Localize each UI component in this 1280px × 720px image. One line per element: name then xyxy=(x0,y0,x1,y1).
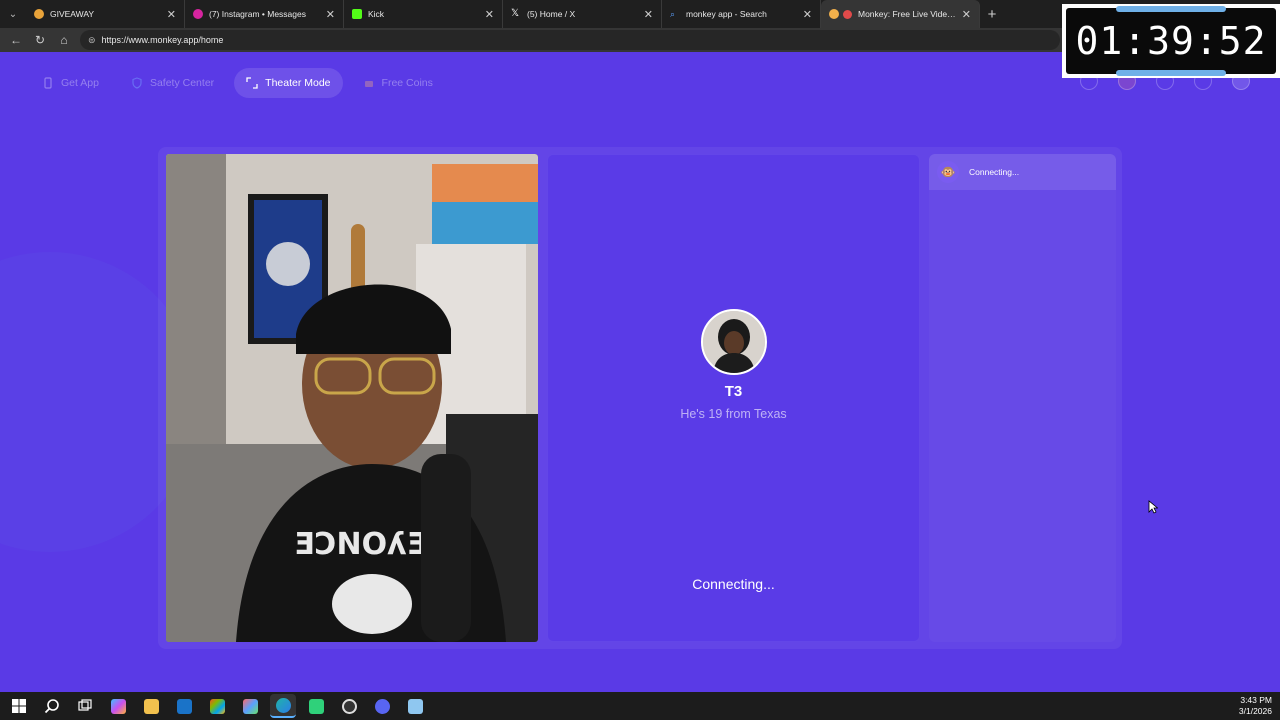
coins-icon xyxy=(364,81,373,87)
tab-favicon-icon xyxy=(352,9,362,19)
tab-close-icon[interactable]: ✕ xyxy=(803,8,812,21)
nav-label: Safety Center xyxy=(149,77,215,89)
outlook-icon[interactable] xyxy=(171,694,197,718)
nav-label: Get App xyxy=(61,77,99,89)
top-navigation: Get App Safety Center Theater Mode Free … xyxy=(30,68,445,98)
task-view-icon[interactable] xyxy=(72,694,98,718)
discord-icon[interactable] xyxy=(369,694,395,718)
browser-tab[interactable]: ⌕ monkey app - Search ✕ xyxy=(662,0,821,28)
timer-display: 01:39:52 xyxy=(1066,6,1276,76)
nav-get-app[interactable]: Get App xyxy=(30,68,111,98)
url-input[interactable]: ⊜ https://www.monkey.app/home xyxy=(80,30,1060,50)
obs-recorder-icon[interactable] xyxy=(336,694,362,718)
remote-avatar-image xyxy=(703,311,765,373)
shield-icon xyxy=(132,77,142,89)
mouse-cursor-icon xyxy=(1148,500,1158,514)
browser-tab-active[interactable]: Monkey: Free Live Video Chat ✕ xyxy=(821,0,980,28)
back-arrow-icon[interactable]: ← xyxy=(4,28,28,52)
microsoft-store-icon[interactable] xyxy=(204,694,230,718)
notepad-icon[interactable] xyxy=(402,694,428,718)
browser-tab[interactable]: (7) Instagram • Messages ✕ xyxy=(185,0,344,28)
nav-label: Theater Mode xyxy=(265,77,331,89)
recording-icon xyxy=(843,9,852,19)
nav-label: Free Coins xyxy=(381,77,433,89)
search-icon[interactable] xyxy=(39,694,65,718)
tab-title: monkey app - Search xyxy=(686,9,767,19)
edge-browser-icon[interactable] xyxy=(270,694,296,718)
remote-user-description: He's 19 from Texas xyxy=(680,407,787,421)
chat-container: ƎƆNOʎƎB T3 He's 19 from Texas Connecting… xyxy=(158,147,1122,649)
browser-tab[interactable]: GIVEAWAY ✕ xyxy=(26,0,185,28)
tab-title: (7) Instagram • Messages xyxy=(209,9,306,19)
system-clock[interactable]: 3:43 PM 3/1/2026 xyxy=(1239,695,1272,717)
file-explorer-icon[interactable] xyxy=(138,694,164,718)
nav-safety-center[interactable]: Safety Center xyxy=(119,68,226,98)
stream-timer-overlay: 01:39:52 xyxy=(1062,4,1280,78)
taskbar: 3:43 PM 3/1/2026 xyxy=(0,692,1280,720)
local-video: ƎƆNOʎƎB xyxy=(166,154,538,642)
tab-list-chevron-icon[interactable]: ⌄ xyxy=(0,0,26,28)
clock-date: 3/1/2026 xyxy=(1238,706,1272,716)
windows-start-icon[interactable] xyxy=(6,694,32,718)
connection-status: Connecting... xyxy=(692,576,775,592)
browser-tab[interactable]: 𝕏 (5) Home / X ✕ xyxy=(503,0,662,28)
new-tab-plus-icon[interactable]: + xyxy=(980,0,1004,28)
tab-favicon-icon: ⌕ xyxy=(670,9,676,19)
tab-favicon-icon: 𝕏 xyxy=(511,8,520,19)
monkey-avatar-icon: 🐵 xyxy=(937,161,959,183)
tab-close-icon[interactable]: ✕ xyxy=(962,8,971,21)
spotify-app-icon[interactable] xyxy=(303,694,329,718)
tab-favicon-icon xyxy=(34,9,44,19)
copilot-icon[interactable] xyxy=(105,694,131,718)
tab-close-icon[interactable]: ✕ xyxy=(167,8,176,21)
remote-user-panel: T3 He's 19 from Texas Connecting... xyxy=(547,154,920,642)
nav-free-coins[interactable]: Free Coins xyxy=(351,68,445,98)
tab-title: Monkey: Free Live Video Chat xyxy=(858,9,956,19)
tab-title: (5) Home / X xyxy=(527,9,576,19)
chat-status: Connecting... xyxy=(969,167,1020,177)
remote-user-avatar xyxy=(701,309,767,375)
remote-user-name: T3 xyxy=(724,383,743,400)
chat-panel: 🐵 Connecting... xyxy=(929,154,1116,642)
clock-time: 3:43 PM xyxy=(1240,695,1272,705)
monkey-favicon-icon xyxy=(829,9,839,19)
tab-title: Kick xyxy=(368,9,385,19)
chat-header: 🐵 Connecting... xyxy=(929,154,1116,190)
tab-title: GIVEAWAY xyxy=(50,9,95,19)
expand-icon xyxy=(246,77,258,89)
tab-close-icon[interactable]: ✕ xyxy=(326,8,335,21)
photos-app-icon[interactable] xyxy=(237,694,263,718)
browser-tab[interactable]: Kick ✕ xyxy=(344,0,503,28)
monkey-page: Get App Safety Center Theater Mode Free … xyxy=(0,52,1280,692)
tab-favicon-icon xyxy=(193,9,203,19)
tab-close-icon[interactable]: ✕ xyxy=(644,8,653,21)
site-info-icon[interactable]: ⊜ xyxy=(88,35,96,46)
home-icon[interactable]: ⌂ xyxy=(52,28,76,52)
nav-theater-mode[interactable]: Theater Mode xyxy=(234,68,343,98)
url-text: https://www.monkey.app/home xyxy=(101,35,224,45)
webcam-feed-image: ƎƆNOʎƎB xyxy=(166,154,538,642)
timer-text: 01:39:52 xyxy=(1075,19,1267,63)
phone-icon xyxy=(44,77,52,89)
refresh-icon[interactable]: ↻ xyxy=(28,28,52,52)
tab-close-icon[interactable]: ✕ xyxy=(485,8,494,21)
